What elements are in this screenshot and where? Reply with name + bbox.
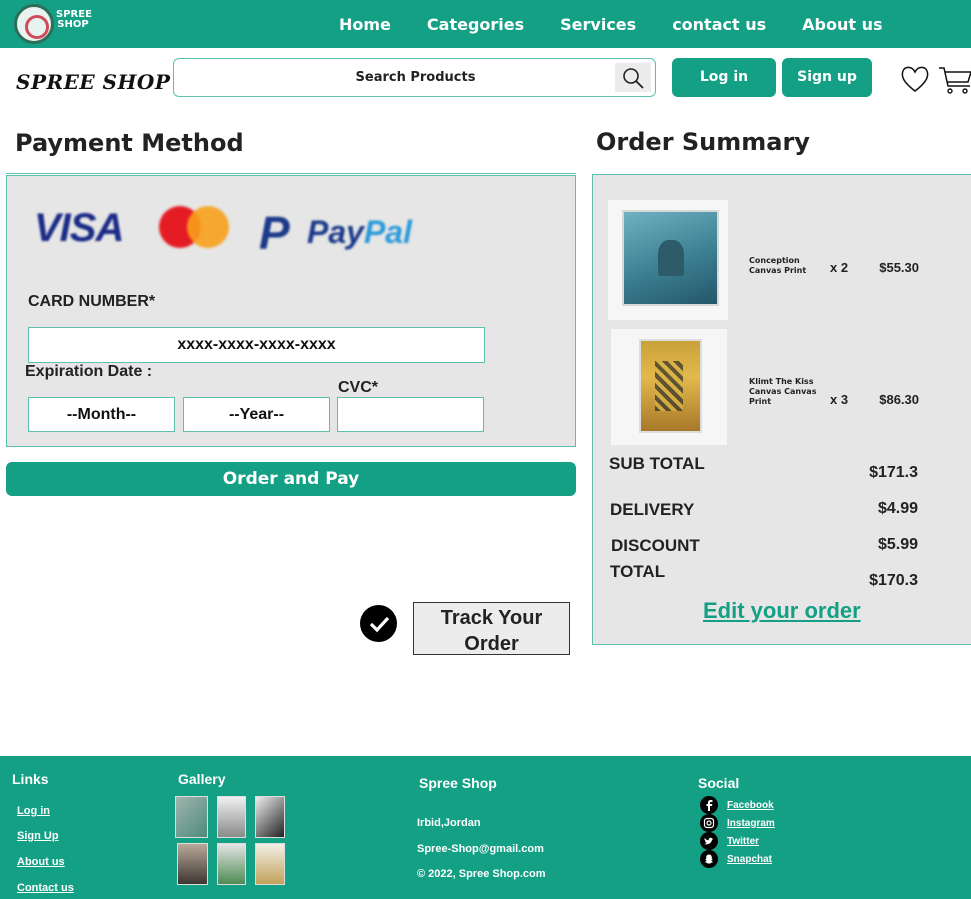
gallery-thumb[interactable] (255, 796, 285, 838)
item-price: $55.30 (879, 260, 919, 275)
footer-gallery-heading: Gallery (178, 771, 226, 787)
product-image[interactable] (611, 329, 727, 445)
delivery-label: DELIVERY (610, 500, 695, 519)
logo-icon[interactable]: SPREE SHOP (12, 2, 92, 44)
footer-link-signup[interactable]: Sign Up (17, 830, 59, 842)
facebook-link[interactable]: Facebook (727, 800, 774, 811)
footer-spree-heading: Spree Shop (419, 775, 497, 791)
footer-location: Irbid,Jordan (417, 817, 481, 829)
snapchat-icon (700, 850, 718, 868)
search-input[interactable]: Search Products (174, 59, 657, 96)
footer: Links Log in Sign Up About us Contact us… (0, 756, 971, 899)
kiss-artwork (639, 339, 702, 433)
logo-emblem (14, 4, 54, 44)
mastercard-circle-orange (187, 206, 229, 248)
check-icon (360, 605, 397, 642)
logo-text: SPREE SHOP (56, 9, 92, 30)
snapchat-link[interactable]: Snapchat (727, 854, 772, 865)
divider (6, 173, 576, 174)
search-icon (623, 67, 644, 89)
order-summary-panel: Conception Canvas Print x 2 $55.30 Klimt… (592, 174, 971, 645)
footer-links-heading: Links (12, 771, 49, 787)
checkmark-glyph (369, 616, 389, 632)
track-order-button[interactable]: Track Your Order (413, 602, 570, 655)
gallery-thumb[interactable] (217, 796, 246, 838)
instagram-link[interactable]: Instagram (727, 818, 775, 829)
social-instagram[interactable]: Instagram (700, 814, 775, 832)
footer-link-about[interactable]: About us (17, 856, 65, 868)
instagram-icon (700, 814, 718, 832)
twitter-icon (700, 832, 718, 850)
heart-icon[interactable] (899, 63, 931, 95)
search-button[interactable] (615, 63, 651, 92)
visa-logo[interactable]: VISA (34, 206, 124, 251)
nav-link-services[interactable]: Services (560, 15, 636, 34)
paypal-wordmark: PayPal (307, 214, 412, 250)
cvc-field[interactable] (337, 397, 484, 432)
login-button[interactable]: Log in (672, 58, 776, 97)
edit-order-link[interactable]: Edit your order (703, 598, 861, 624)
top-nav-bar: SPREE SHOP Home Categories Services cont… (0, 0, 971, 48)
mastercard-logo[interactable] (159, 206, 231, 248)
nav-links: Home Categories Services contact us Abou… (339, 0, 918, 48)
item-name: Conception Canvas Print (749, 256, 807, 275)
social-twitter[interactable]: Twitter (700, 832, 759, 850)
subtotal-label: SUB TOTAL (609, 454, 705, 473)
card-number-field[interactable]: xxxx-xxxx-xxxx-xxxx (28, 327, 485, 363)
cvc-label: CVC* (338, 379, 379, 396)
nav-link-categories[interactable]: Categories (427, 15, 524, 34)
order-summary-title: Order Summary (596, 128, 810, 156)
brand-name: SPREE SHOP (16, 70, 171, 94)
year-select[interactable]: --Year-- (183, 397, 330, 432)
subtotal-value: $171.3 (869, 464, 918, 481)
total-label: TOTAL (610, 562, 666, 581)
discount-value: $5.99 (877, 536, 918, 553)
total-value: $170.3 (869, 572, 918, 589)
gallery-thumb[interactable] (177, 843, 208, 885)
twitter-link[interactable]: Twitter (727, 836, 759, 847)
gallery-thumb[interactable] (255, 843, 285, 885)
card-number-label: CARD NUMBER* (28, 293, 156, 310)
payment-method-title: Payment Method (15, 129, 244, 157)
delivery-value: $4.99 (877, 500, 918, 517)
social-snapchat[interactable]: Snapchat (700, 850, 772, 868)
discount-label: DISCOUNT (611, 536, 700, 555)
item-price: $86.30 (879, 392, 919, 407)
footer-link-contact[interactable]: Contact us (17, 882, 74, 894)
nav-link-home[interactable]: Home (339, 15, 391, 34)
gallery-thumb[interactable] (175, 796, 208, 838)
social-facebook[interactable]: Facebook (700, 796, 774, 814)
footer-link-login[interactable]: Log in (17, 805, 50, 817)
footer-copyright: © 2022, Spree Shop.com (417, 868, 546, 880)
signup-button[interactable]: Sign up (782, 58, 872, 97)
gallery-thumb[interactable] (217, 843, 246, 885)
order-and-pay-button[interactable]: Order and Pay (6, 462, 576, 496)
search-box[interactable]: Search Products (173, 58, 656, 97)
nav-link-about[interactable]: About us (802, 15, 882, 34)
product-image[interactable] (608, 200, 728, 320)
month-select[interactable]: --Month-- (28, 397, 175, 432)
paypal-logo[interactable]: P PayPal (259, 206, 429, 259)
conception-artwork (622, 210, 719, 306)
footer-email: Spree-Shop@gmail.com (417, 843, 544, 855)
expiration-label: Expiration Date : (25, 363, 153, 380)
facebook-icon (700, 796, 718, 814)
paypal-p-icon: P (259, 207, 290, 259)
payment-panel: VISA P PayPal CARD NUMBER* xxxx-xxxx-xxx… (6, 175, 576, 447)
item-name: Klimt The Kiss Canvas Canvas Print (749, 377, 817, 406)
nav-link-contact[interactable]: contact us (672, 15, 766, 34)
cart-icon[interactable] (938, 62, 971, 95)
footer-social-heading: Social (698, 775, 740, 791)
